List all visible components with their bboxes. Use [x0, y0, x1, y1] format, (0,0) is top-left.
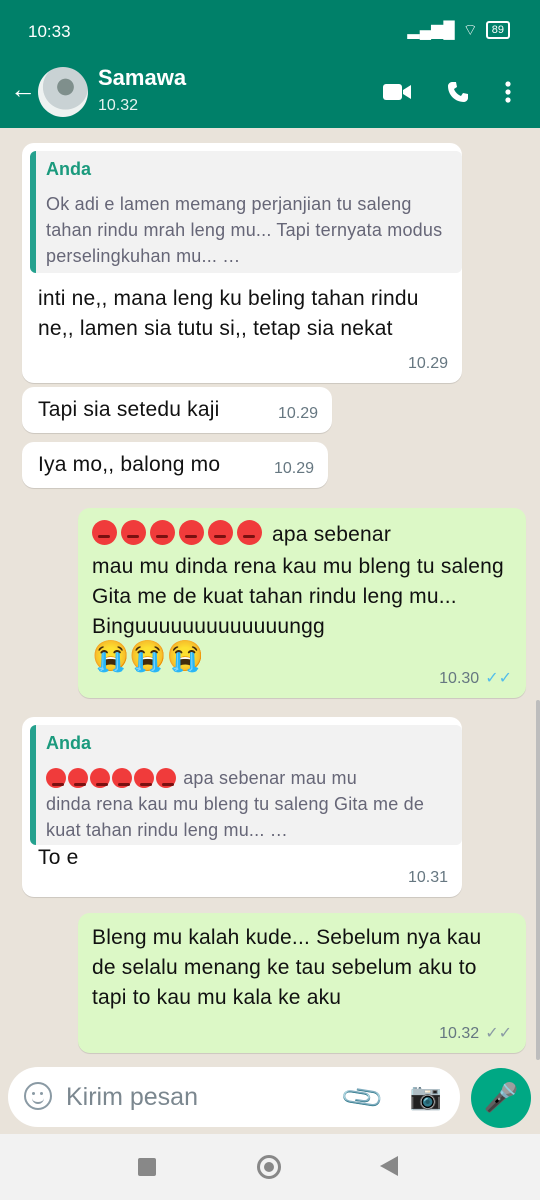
angry-face-emoji	[134, 768, 154, 788]
angry-face-emoji	[46, 768, 66, 788]
message-input[interactable]: Kirim pesan	[66, 1083, 198, 1112]
read-ticks-icon: ✓✓	[485, 670, 512, 687]
arrow-left-icon[interactable]: ←	[10, 74, 36, 105]
more-vert-icon[interactable]	[504, 80, 512, 109]
system-navbar	[0, 1134, 540, 1200]
scrollbar[interactable]	[536, 700, 540, 1060]
angry-face-emoji	[208, 520, 233, 545]
angry-face-emoji	[150, 520, 175, 545]
message-time-row: 10.30 ✓✓	[439, 668, 512, 688]
message-text: Tapi sia setedu kaji	[38, 398, 220, 421]
message-time: 10.30	[439, 670, 480, 687]
contact-name[interactable]: Samawa	[98, 65, 186, 91]
status-icons: ▂▄▆█ ⌔ 89	[407, 20, 510, 40]
angry-face-emoji	[92, 520, 117, 545]
message-time-row: 10.32 ✓✓	[439, 1023, 512, 1043]
angry-face-emoji	[121, 520, 146, 545]
message-time: 10.31	[407, 869, 448, 886]
message-text: Iya mo,, balong mo	[38, 453, 221, 476]
message-input-bar[interactable]: Kirim pesan 📎 📷	[8, 1067, 460, 1127]
quote-author: Anda	[46, 733, 91, 753]
message-bubble-outgoing[interactable]: Bleng mu kalah kude... Sebelum nya kau d…	[78, 913, 526, 1053]
message-bubble-incoming[interactable]: Anda Ok adi e lamen memang perjanjian tu…	[22, 143, 462, 383]
last-seen-status: 10.32	[98, 97, 139, 114]
message-bubble-outgoing[interactable]: apa sebenar mau mu dinda rena kau mu ble…	[78, 508, 526, 698]
status-time: 10:33	[28, 22, 71, 41]
quote-text: Ok adi e lamen memang perjanjian tu sale…	[46, 194, 443, 266]
message-bubble-incoming[interactable]: Anda apa sebenar mau mu dinda rena kau m…	[22, 717, 462, 897]
avatar[interactable]	[38, 67, 88, 117]
system-back-button[interactable]	[380, 1156, 398, 1176]
microphone-icon[interactable]: 🎤	[471, 1068, 531, 1128]
status-bar: 10:33 ▂▄▆█ ⌔ 89	[0, 0, 540, 62]
angry-face-emoji	[90, 768, 110, 788]
home-button[interactable]	[257, 1155, 281, 1179]
message-time: 10.29	[277, 405, 318, 422]
message-time: 10.32	[439, 1025, 480, 1042]
angry-face-emoji	[179, 520, 204, 545]
chat-header: ← Samawa 10.32	[0, 62, 540, 128]
phone-icon[interactable]	[446, 80, 470, 109]
message-text: inti ne,, mana leng ku beling tahan rind…	[38, 287, 419, 340]
message-text: mau mu dinda rena kau mu bleng tu saleng…	[92, 555, 504, 638]
header-actions	[382, 80, 512, 109]
message-text-first-line: apa sebenar	[92, 520, 512, 550]
camera-icon[interactable]: 📷	[410, 1081, 442, 1112]
reply-quote[interactable]: Anda Ok adi e lamen memang perjanjian tu…	[30, 151, 462, 273]
angry-face-emoji	[68, 768, 88, 788]
recent-apps-button[interactable]	[138, 1158, 156, 1176]
message-text: apa sebenar	[272, 523, 392, 546]
angry-face-emoji	[237, 520, 262, 545]
message-text: Bleng mu kalah kude... Sebelum nya kau d…	[92, 926, 482, 1009]
delivered-ticks-icon: ✓✓	[485, 1025, 512, 1042]
quote-text: apa sebenar mau mu	[183, 768, 357, 788]
quote-text: dinda rena kau mu bleng tu saleng Gita m…	[46, 794, 425, 840]
message-time: 10.29	[407, 355, 448, 372]
signal-icon: ▂▄▆█	[407, 22, 455, 39]
message-text: To e	[38, 846, 79, 869]
message-bubble-incoming[interactable]: Iya mo,, balong mo 10.29	[22, 442, 328, 488]
wifi-icon: ⌔	[462, 22, 478, 39]
crying-face-emojis: 😭😭😭	[92, 640, 205, 673]
angry-face-emoji	[156, 768, 176, 788]
video-call-icon[interactable]	[382, 81, 412, 108]
angry-face-emoji	[112, 768, 132, 788]
message-bubble-incoming[interactable]: Tapi sia setedu kaji 10.29	[22, 387, 332, 433]
reply-quote[interactable]: Anda apa sebenar mau mu dinda rena kau m…	[30, 725, 462, 845]
quote-text-first-line: apa sebenar mau mu	[46, 765, 454, 791]
message-time: 10.29	[273, 460, 314, 477]
message-list[interactable]: Anda Ok adi e lamen memang perjanjian tu…	[0, 128, 540, 1068]
quote-author: Anda	[46, 159, 91, 179]
battery-indicator: 89	[485, 21, 510, 39]
emoji-icon[interactable]	[24, 1082, 52, 1110]
paperclip-icon[interactable]: 📎	[339, 1074, 387, 1122]
